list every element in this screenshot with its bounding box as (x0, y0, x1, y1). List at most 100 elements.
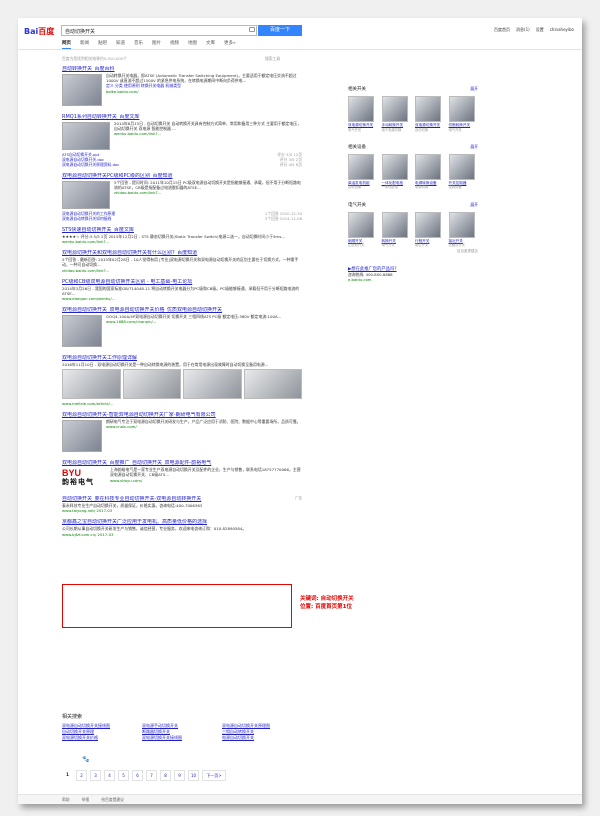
promo-url[interactable]: e.baidu.com (348, 277, 478, 282)
divider (18, 49, 582, 50)
feedback-link[interactable]: 给百度提建议 (348, 249, 478, 254)
result-thumbnail[interactable] (62, 315, 102, 348)
result-title[interactable]: STS快速自动切换开关_百度文库 (62, 227, 302, 234)
result-title[interactable]: 自动转换开关_百度百科 (62, 66, 302, 73)
tab-music[interactable]: 音乐 (134, 40, 143, 49)
top-link[interactable]: 设置 (536, 27, 544, 33)
result-title[interactable]: PC级和CB级双电源自动切换开关区别 - 电工基础-电工论坛 (62, 279, 302, 286)
entity-card[interactable]: 柴油发电机组 发电设备 (348, 153, 378, 190)
tab-video[interactable]: 视频 (170, 40, 179, 49)
tab-more[interactable]: 更多» (224, 40, 236, 49)
tab-zhidao[interactable]: 知道 (116, 40, 125, 49)
related-link[interactable]: 双电源切换开关接线图 (142, 735, 222, 741)
tab-news[interactable]: 新闻 (80, 40, 89, 49)
result-title[interactable]: 双电源自动切换开关工作原理详解 (62, 355, 302, 362)
gallery-image[interactable] (183, 369, 242, 400)
result-thumbnail[interactable] (62, 181, 110, 209)
entity-card[interactable]: 开关控制器 控制设备 (448, 153, 479, 190)
result-item: 自动转换开关_百度百科 自动转换开关电器，即ATSE (Automatic Tr… (62, 66, 302, 108)
page-link[interactable]: 9 (174, 770, 185, 781)
header: Bai百度 自动切换开关 百度一下 百度首页 消息(1) 设置 chinahey… (18, 18, 582, 49)
related-searches: 相关搜索 双电源自动切换开关接线图 双电源手动切换开关 双电源自动切换开关原理图… (62, 713, 302, 741)
result-thumbnail[interactable] (62, 74, 102, 106)
expand-button[interactable]: 展开 (470, 202, 478, 208)
byu-logo[interactable]: BYU 韵裕电气 (62, 468, 106, 491)
related-heading: 相关搜索 (62, 714, 83, 720)
result-abstract: 5个回答 - 最新回答: 2015年02月28日 - 10人觉得有用 [专业]双… (62, 257, 299, 268)
result-item: 双电源自动切换开关工作原理详解 2016年11月10日 - 双电源自动切换开关是… (62, 355, 302, 406)
result-title[interactable]: 自动切换开关_要在科技专业自动切换开关-双电源自动转换开关 (62, 496, 302, 503)
result-title[interactable]: 双电源自动切换开关_百度推广_自动切换开关_双电源配件-韵裕电气 (62, 460, 302, 467)
gallery-image[interactable] (122, 369, 181, 400)
camera-icon[interactable] (249, 27, 255, 32)
page-link[interactable]: 3 (90, 770, 101, 781)
page-link[interactable]: 4 (104, 770, 115, 781)
gallery-image[interactable] (243, 369, 302, 400)
result-title[interactable]: RMQ1系列自动转换开关_百度文库 (62, 114, 302, 121)
result-title[interactable]: 双电源自动切换开关_双电源自动切换开关价格_优质双电源自动切换开关 (62, 307, 302, 314)
entity-card[interactable]: 切断转换开关 电气开关 (448, 96, 479, 132)
entity-card[interactable]: 双电源切换开关 自动切换 (415, 96, 445, 132)
page-link[interactable]: 6 (132, 770, 143, 781)
result-url[interactable]: www.meilele.com/article/... (62, 401, 302, 406)
top-link[interactable]: 消息(1) (516, 27, 530, 33)
ad-result: 京都鑫之宝自动切换开关广泛应用于发电机、高质量低价格的选择 公司长期从事自动切换… (62, 519, 302, 536)
result-thumbnail[interactable] (62, 420, 102, 453)
related-link[interactable]: 电源自动切换开关 (222, 735, 302, 741)
search-button[interactable]: 百度一下 (258, 25, 302, 36)
page-link[interactable]: 7 (146, 770, 157, 781)
page-link[interactable]: 2 (76, 770, 87, 781)
result-title[interactable]: 双电源自动切换开关PC级和PC级的区别_百度知道 (62, 173, 302, 180)
pagination: 1 2 3 4 5 6 7 8 9 10 下一页> (62, 770, 226, 781)
results-list: 自动转换开关_百度百科 自动转换开关电器，即ATSE (Automatic Tr… (62, 66, 302, 543)
entity-card[interactable]: 双电源切换开关 电气开关 (348, 96, 378, 132)
page-link[interactable]: 10 (188, 770, 199, 781)
entity-card[interactable]: 行程开关 限位开关 (415, 211, 445, 248)
footer-link[interactable]: 帮助 (62, 795, 70, 804)
entity-card[interactable]: 接近开关 无触点开关 (448, 211, 479, 248)
related-link[interactable]: 双电源切换开关价格 (62, 735, 142, 741)
expand-button[interactable]: 展开 (470, 86, 478, 92)
entity-card[interactable]: 转换开关 电气开关 (381, 211, 412, 248)
sub-result[interactable]: 双电源自动切换开关原理资料.doc 评分 4/5 6页 (62, 162, 302, 167)
search-input[interactable]: 自动切换开关 (61, 25, 257, 36)
entity-card[interactable]: 倒顺开关 正反转开关 (348, 211, 378, 248)
tab-tieba[interactable]: 贴吧 (98, 40, 107, 49)
tab-wenku[interactable]: 文库 (206, 40, 215, 49)
page: Bai百度 自动切换开关 百度一下 百度首页 消息(1) 设置 chinahey… (18, 18, 582, 804)
result-title[interactable]: 京都鑫之宝自动切换开关广泛应用于发电机、高质量低价格的选择 (62, 519, 302, 526)
expand-button[interactable]: 展开 (470, 144, 478, 150)
nav-tabs: 网页 新闻 贴吧 知道 音乐 图片 视频 地图 文库 更多» (62, 40, 236, 49)
tab-web[interactable]: 网页 (62, 40, 71, 49)
sub-result[interactable]: 双电源自动转换开关如何接线 3个回答 2014-11-08 (62, 216, 302, 221)
result-title[interactable]: 双电源自动切换开关-智能双电源自动切换开关厂家-朗研电气有限公司 (62, 412, 302, 419)
result-url[interactable]: www.diangon.com/wenku/... (62, 296, 302, 301)
result-title[interactable]: 双电源切换开关和双电源自动切换开关有什么区别?_百度知道 (62, 250, 302, 257)
result-url[interactable]: www.taiyong.net/ 2017-03 (62, 508, 302, 513)
result-item: RMQ1系列自动转换开关_百度文库 2014年8月15日 - 自动切换开关 自动… (62, 114, 302, 167)
footer-link[interactable]: 举报 (82, 795, 90, 804)
result-item: 双电源自动切换开关PC级和PC级的区别_百度知道 5个回答 - 提问时间: 20… (62, 173, 302, 221)
entity-card[interactable]: 电源转换设备 电源切换 (415, 153, 445, 190)
tab-map[interactable]: 地图 (188, 40, 197, 49)
page-link[interactable]: 8 (160, 770, 171, 781)
top-link[interactable]: 百度首页 (494, 27, 510, 33)
page-current: 1 (66, 772, 69, 777)
page-link[interactable]: 5 (118, 770, 129, 781)
entity-card[interactable]: 一体化配电柜 一体化配电 (381, 153, 412, 190)
block-title: 相关开关 (348, 87, 366, 92)
result-url[interactable]: zhidao.baidu.com/link?... (62, 268, 302, 273)
result-thumbnail[interactable] (62, 122, 110, 150)
tab-images[interactable]: 图片 (152, 40, 161, 49)
next-page-button[interactable]: 下一页> (202, 770, 226, 781)
gallery-image[interactable] (62, 369, 121, 400)
result-item: PC级和CB级双电源自动切换开关区别 - 电工基础-电工论坛 2014年3月26… (62, 279, 302, 301)
result-url[interactable]: wenku.baidu.com/link?... (62, 239, 302, 244)
result-item: 双电源自动切换开关_双电源自动切换开关价格_优质双电源自动切换开关 GOQ4-1… (62, 307, 302, 349)
user-link[interactable]: chinaheyibo (550, 27, 574, 33)
footer-link[interactable]: 给百度提建议 (101, 795, 124, 804)
entity-card[interactable]: 手动转换开关 用于电源切换 (381, 96, 412, 132)
result-url[interactable]: www.bjfzf.com.cn/ 2017-03 (62, 532, 302, 537)
baidu-logo[interactable]: Bai百度 (24, 26, 54, 37)
search-tools-button[interactable]: 搜索工具 (265, 56, 280, 62)
